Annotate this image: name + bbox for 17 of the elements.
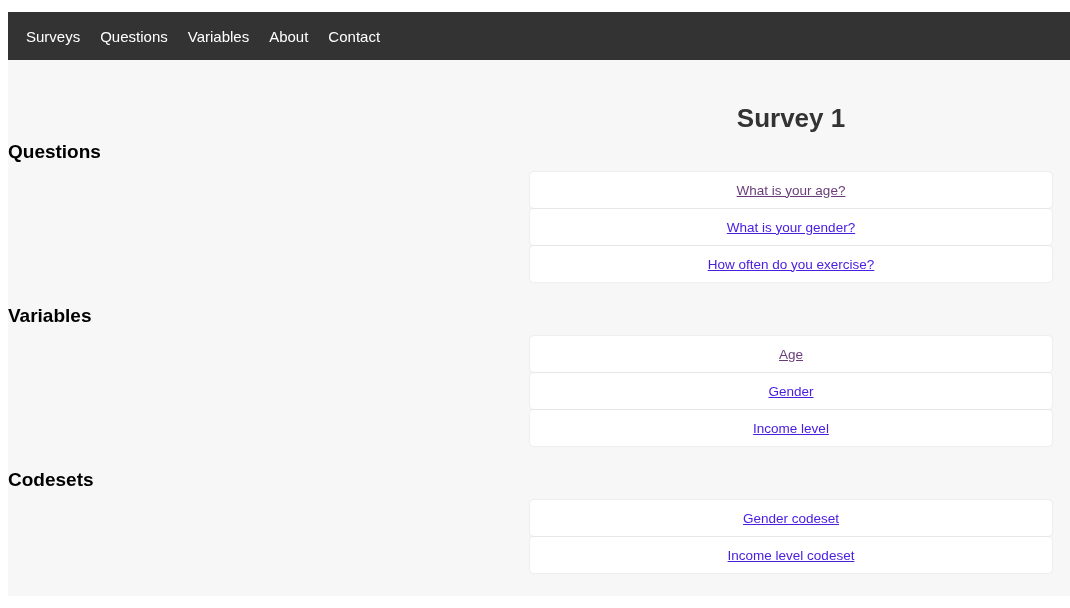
item-link[interactable]: Income level <box>753 420 829 436</box>
item-link[interactable]: How often do you exercise? <box>707 256 875 272</box>
nav-link[interactable]: Variables <box>187 27 250 45</box>
nav-link[interactable]: Surveys <box>26 27 81 45</box>
page-title: Survey 1 <box>736 102 846 134</box>
section-heading: Variables <box>8 304 92 328</box>
item-link[interactable]: Gender codeset <box>742 510 840 526</box>
nav-link[interactable]: About <box>269 27 309 45</box>
item-link[interactable]: Income level codeset <box>727 547 855 563</box>
nav-link[interactable]: Contact <box>328 27 381 45</box>
item-link[interactable]: What is your age? <box>736 182 846 198</box>
nav-link[interactable]: Questions <box>100 27 168 45</box>
item-link[interactable]: Age <box>779 346 803 362</box>
item-link[interactable]: What is your gender? <box>726 219 856 235</box>
item-link[interactable]: Gender <box>768 383 814 399</box>
section-heading: Questions <box>8 140 101 164</box>
section-heading: Codesets <box>8 468 94 492</box>
